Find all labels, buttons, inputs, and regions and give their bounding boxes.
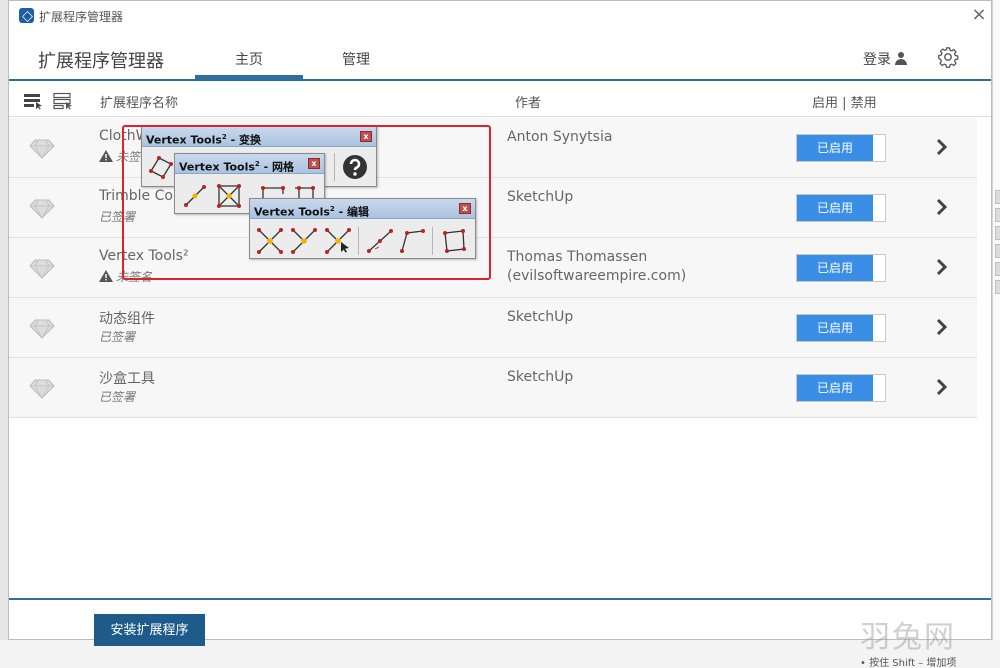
annotation-highlight-box: [122, 125, 491, 280]
watermark: 羽兔网: [860, 620, 956, 655]
enabled-label: 已启用: [797, 135, 873, 161]
chevron-right-icon[interactable]: [935, 378, 949, 396]
background-stub: [995, 226, 1000, 240]
enable-toggle[interactable]: 已启用: [796, 254, 886, 282]
extension-author: Thomas Thomassen (evilsoftwareempire.com): [507, 248, 686, 286]
background-stub: [995, 262, 1000, 276]
enabled-label: 已启用: [797, 315, 873, 341]
tab-home[interactable]: 主页: [235, 49, 263, 69]
author-website: (evilsoftwareempire.com): [507, 268, 687, 284]
enabled-label: 已启用: [797, 195, 873, 221]
sketchup-app-icon: [19, 8, 34, 23]
author-name: SketchUp: [507, 189, 574, 205]
enable-toggle[interactable]: 已启用: [796, 194, 886, 222]
titlebar: 扩展程序管理器 ×: [9, 1, 991, 31]
enable-toggle[interactable]: 已启用: [796, 374, 886, 402]
enable-toggle[interactable]: 已启用: [796, 314, 886, 342]
install-extension-button[interactable]: 安装扩展程序: [94, 614, 205, 646]
extension-name: 动态组件: [99, 311, 155, 327]
chevron-right-icon[interactable]: [935, 198, 949, 216]
header: 扩展程序管理器 主页 管理 登录: [9, 31, 991, 81]
chevron-right-icon[interactable]: [935, 258, 949, 276]
background-stub: [995, 280, 1000, 294]
extension-row[interactable]: 沙盒工具 已签署 SketchUp 已启用: [9, 358, 977, 418]
extension-manager-window: 扩展程序管理器 × 扩展程序管理器 主页 管理 登录 扩展程序名称 作者 启用 …: [8, 0, 992, 646]
window-title: 扩展程序管理器: [39, 10, 124, 24]
gear-icon[interactable]: [937, 46, 959, 68]
author-name: SketchUp: [507, 369, 574, 385]
tab-manage[interactable]: 管理: [342, 49, 370, 69]
author-name: SketchUp: [507, 309, 574, 325]
page-title: 扩展程序管理器: [38, 51, 164, 72]
column-enable-header: 启用 | 禁用: [812, 96, 877, 111]
login-button[interactable]: 登录: [863, 49, 907, 69]
author-name: Anton Synytsia: [507, 129, 613, 145]
chevron-right-icon[interactable]: [935, 138, 949, 156]
column-name-header: 扩展程序名称: [100, 96, 179, 111]
warning-icon: [99, 270, 113, 282]
footer: 安装扩展程序: [9, 598, 991, 646]
background-hint-text: • 按住 Shift – 增加项: [860, 658, 957, 668]
column-author-header: 作者: [515, 96, 542, 111]
extension-row[interactable]: 动态组件 已签署 SketchUp 已启用: [9, 298, 977, 358]
background-stub: [995, 190, 1000, 204]
ruby-gem-icon: [29, 139, 55, 159]
extension-name: 沙盒工具: [99, 371, 155, 387]
close-window-button[interactable]: ×: [969, 4, 989, 26]
column-header: 扩展程序名称 作者 启用 | 禁用: [9, 83, 991, 117]
ruby-gem-icon: [29, 199, 55, 219]
signature-label: 已签署: [99, 390, 136, 404]
extension-author: SketchUp: [507, 188, 573, 207]
enable-toggle[interactable]: 已启用: [796, 134, 886, 162]
enabled-label: 已启用: [797, 375, 873, 401]
list-view-icon[interactable]: [23, 92, 43, 110]
ruby-gem-icon: [29, 379, 55, 399]
chevron-right-icon[interactable]: [935, 318, 949, 336]
extension-author: SketchUp: [507, 368, 573, 387]
background-app-edge: [992, 0, 1000, 668]
author-name: Thomas Thomassen: [507, 249, 648, 265]
background-stub: [995, 244, 1000, 258]
background-stub: [995, 208, 1000, 222]
signature-status: 已签署: [99, 388, 135, 405]
warning-icon: [99, 150, 113, 162]
extension-author: SketchUp: [507, 308, 573, 327]
login-label: 登录: [863, 52, 891, 68]
enabled-label: 已启用: [797, 255, 873, 281]
active-tab-indicator: [195, 75, 303, 79]
ruby-gem-icon: [29, 319, 55, 339]
compact-view-icon[interactable]: [53, 92, 73, 110]
signature-label: 已签署: [99, 330, 136, 344]
extension-author: Anton Synytsia: [507, 128, 612, 147]
ruby-gem-icon: [29, 259, 55, 279]
signature-status: 已签署: [99, 328, 135, 345]
user-icon: [895, 52, 907, 65]
